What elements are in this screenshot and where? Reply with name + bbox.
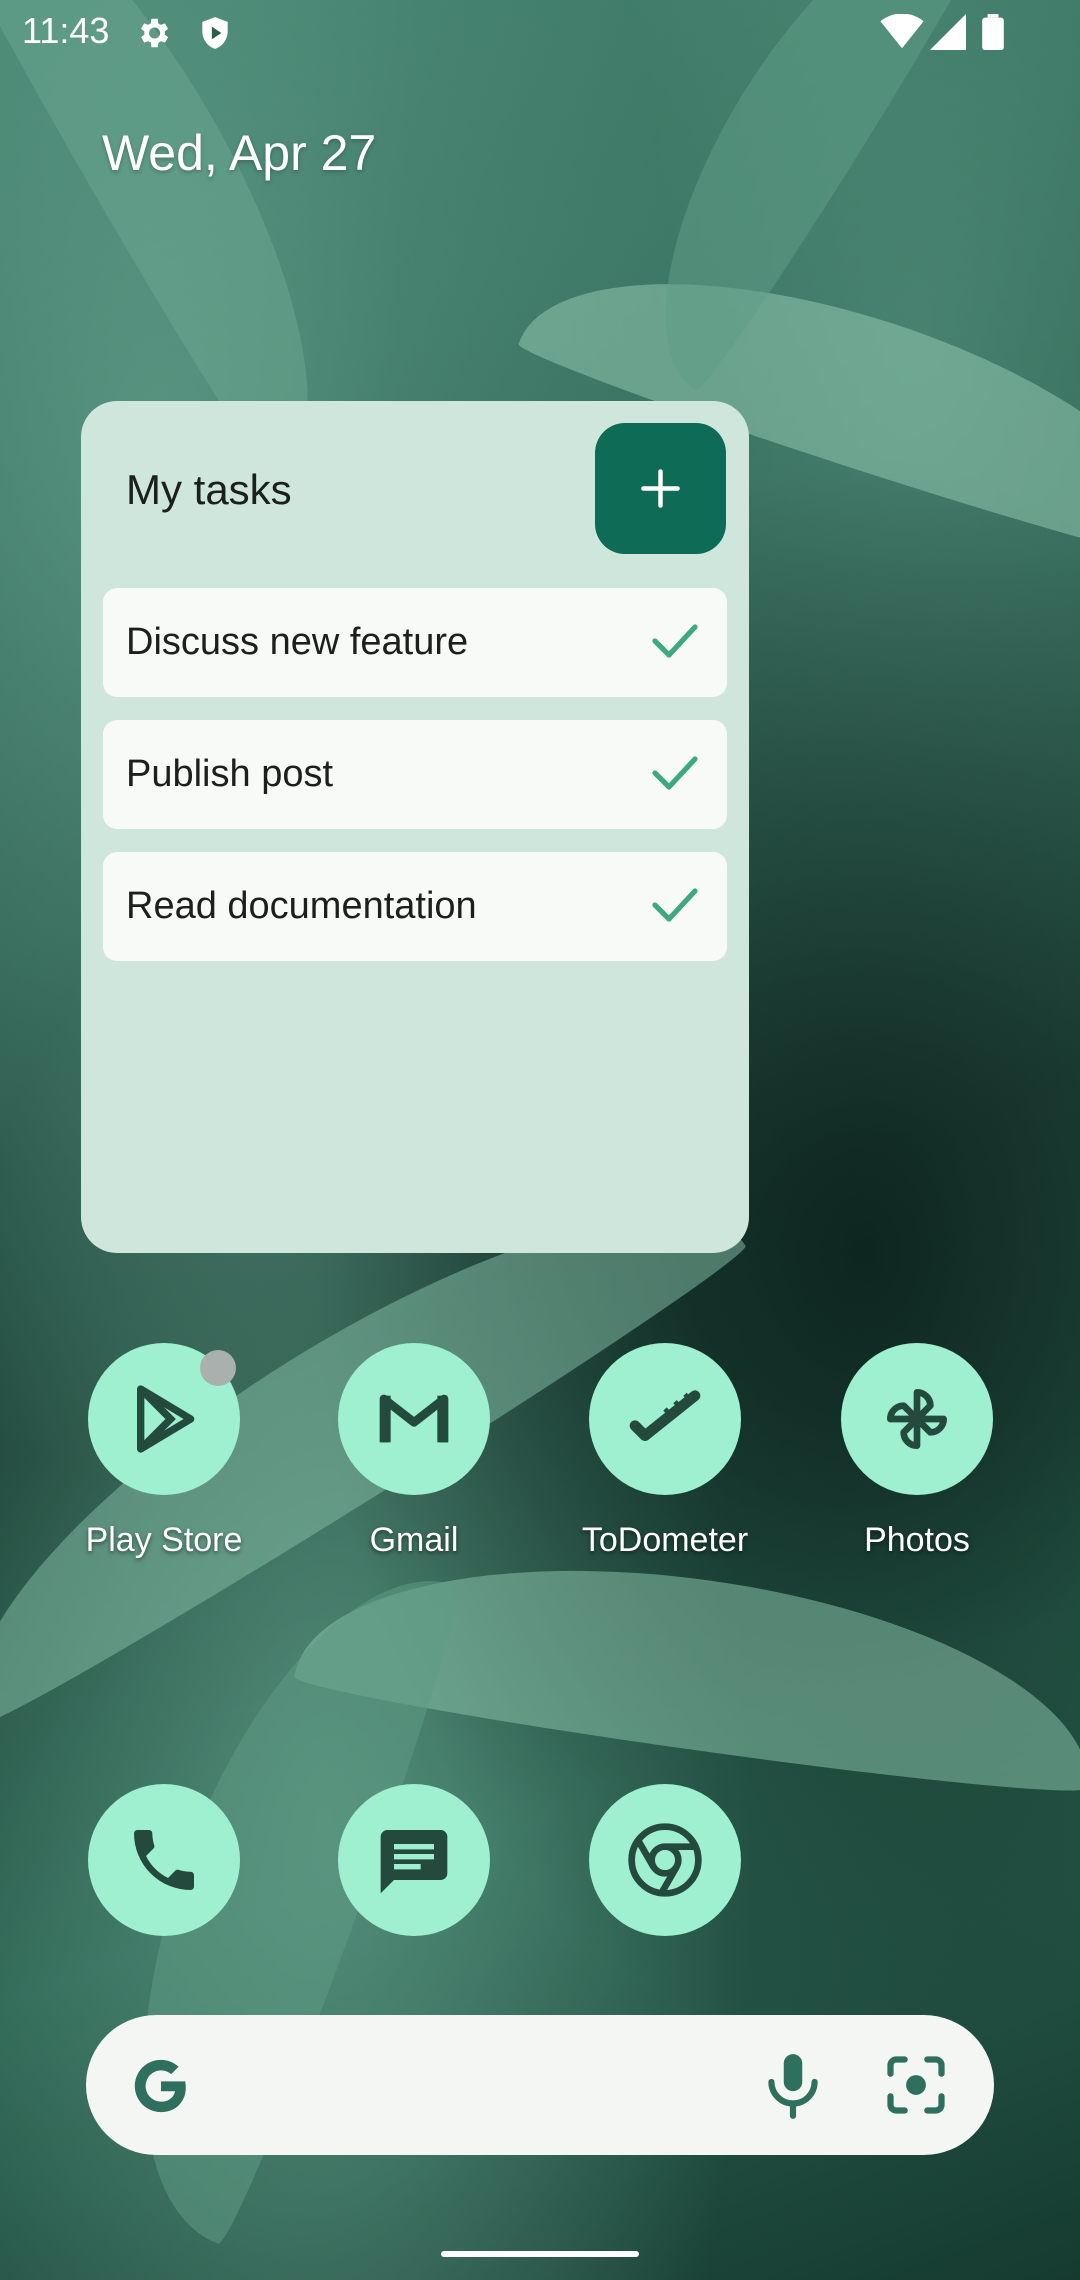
wifi-icon bbox=[880, 13, 924, 55]
task-item[interactable]: Publish post bbox=[103, 720, 727, 829]
home-screen: 11:43 Wed, Apr 27 My tasks Discuss new f… bbox=[0, 0, 1080, 2280]
dock-messages[interactable] bbox=[314, 1784, 514, 1936]
status-time: 11:43 bbox=[22, 10, 110, 51]
todometer-icon bbox=[629, 1390, 701, 1441]
app-todometer[interactable]: ToDometer bbox=[565, 1343, 765, 1560]
plus-icon bbox=[641, 469, 680, 508]
chrome-icon bbox=[628, 1823, 702, 1897]
gmail-icon bbox=[379, 1394, 449, 1443]
check-icon[interactable] bbox=[651, 884, 699, 926]
google-search-bar[interactable] bbox=[86, 2015, 994, 2155]
app-label: Play Store bbox=[85, 1521, 243, 1559]
task-label: Discuss new feature bbox=[126, 621, 469, 663]
app-icon-bg bbox=[338, 1343, 490, 1495]
date-widget[interactable]: Wed, Apr 27 bbox=[102, 124, 376, 182]
add-task-button[interactable] bbox=[595, 423, 726, 554]
settings-icon bbox=[134, 14, 172, 57]
check-icon[interactable] bbox=[651, 620, 699, 662]
mic-icon[interactable] bbox=[756, 2048, 830, 2122]
app-icon-bg bbox=[88, 1784, 240, 1936]
widget-title: My tasks bbox=[126, 466, 292, 513]
status-bar: 11:43 bbox=[0, 0, 1080, 64]
task-item[interactable]: Read documentation bbox=[103, 852, 727, 961]
app-icon-bg bbox=[338, 1784, 490, 1936]
dock-phone[interactable] bbox=[64, 1784, 264, 1936]
google-g-icon bbox=[134, 2059, 186, 2113]
play-store-icon bbox=[137, 1385, 195, 1453]
lens-icon[interactable] bbox=[882, 2051, 950, 2119]
notification-dot bbox=[200, 1350, 236, 1386]
app-photos[interactable]: Photos bbox=[817, 1343, 1017, 1560]
gesture-navigation-bar[interactable] bbox=[441, 2251, 639, 2257]
phone-icon bbox=[134, 1830, 194, 1890]
tasks-widget[interactable]: My tasks Discuss new feature Publish pos… bbox=[81, 401, 749, 1253]
task-item[interactable]: Discuss new feature bbox=[103, 588, 727, 697]
app-gmail[interactable]: Gmail bbox=[314, 1343, 514, 1560]
dock-chrome[interactable] bbox=[565, 1784, 765, 1936]
task-label: Publish post bbox=[126, 753, 334, 795]
check-icon[interactable] bbox=[651, 752, 699, 794]
task-label: Read documentation bbox=[126, 885, 477, 927]
shield-icon bbox=[196, 14, 234, 57]
app-label: ToDometer bbox=[581, 1521, 749, 1559]
signal-icon bbox=[930, 14, 966, 55]
app-label: Gmail bbox=[369, 1521, 459, 1559]
app-label: Photos bbox=[864, 1521, 970, 1559]
app-icon-bg bbox=[841, 1343, 993, 1495]
messages-icon bbox=[380, 1830, 448, 1894]
photos-icon bbox=[887, 1389, 947, 1449]
battery-icon bbox=[982, 14, 1004, 55]
app-icon-bg bbox=[589, 1784, 741, 1936]
app-icon-bg bbox=[589, 1343, 741, 1495]
